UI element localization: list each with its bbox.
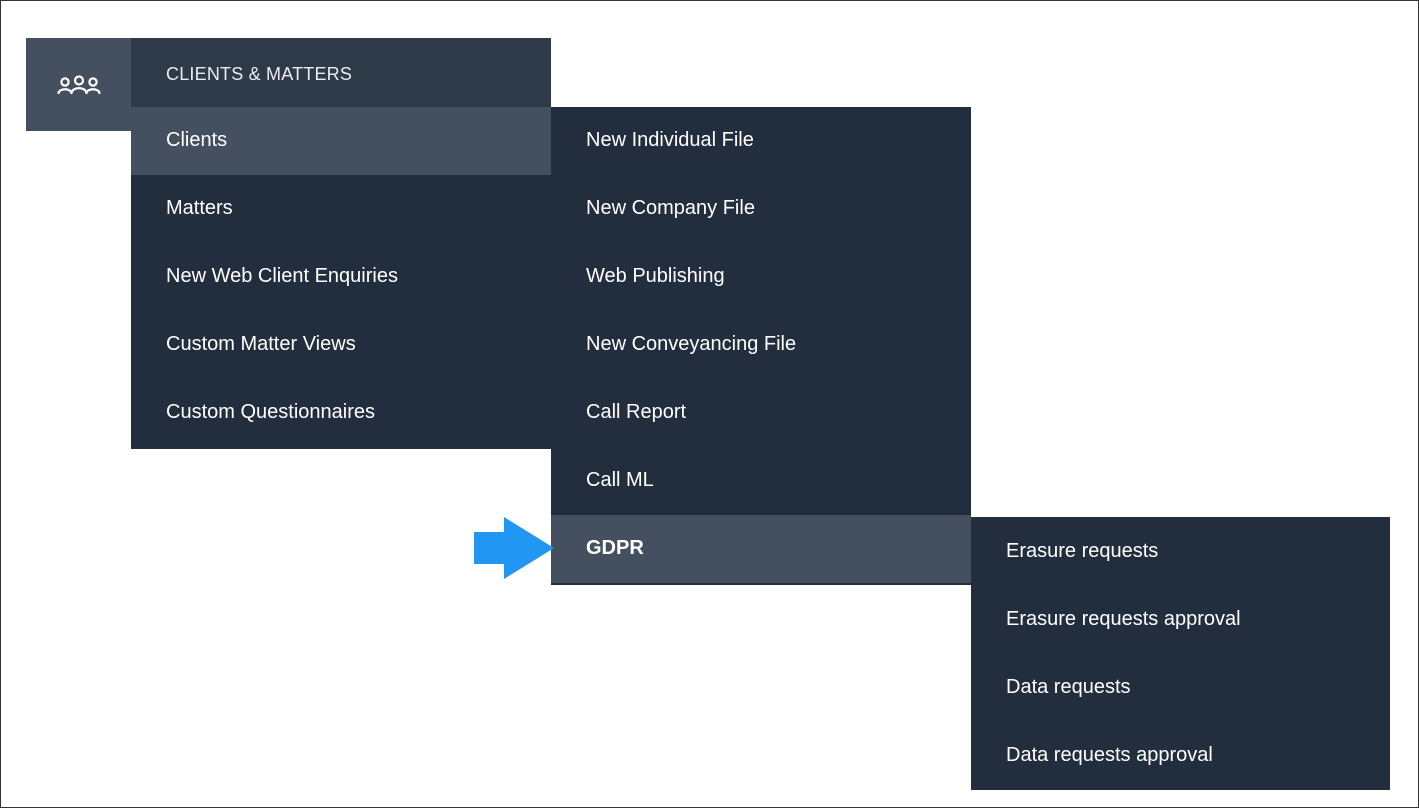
- menu-item-call-ml[interactable]: Call ML: [551, 447, 971, 515]
- menu-item-data-requests[interactable]: Data requests: [971, 653, 1390, 721]
- menu-header: CLIENTS & MATTERS: [131, 38, 551, 107]
- people-group-icon: [56, 74, 101, 94]
- menu-item-erasure-requests[interactable]: Erasure requests: [971, 517, 1390, 585]
- arrow-right-icon: [474, 517, 554, 579]
- clients-matters-menu: CLIENTS & MATTERS Clients Matters New We…: [131, 38, 551, 449]
- menu-item-erasure-requests-approval[interactable]: Erasure requests approval: [971, 585, 1390, 653]
- menu-item-call-report[interactable]: Call Report: [551, 379, 971, 447]
- menu-item-custom-questionnaires[interactable]: Custom Questionnaires: [131, 379, 551, 447]
- menu-item-clients[interactable]: Clients: [131, 107, 551, 175]
- menu-item-new-company-file[interactable]: New Company File: [551, 175, 971, 243]
- clients-submenu: New Individual File New Company File Web…: [551, 107, 971, 585]
- menu-item-new-web-client-enquiries[interactable]: New Web Client Enquiries: [131, 243, 551, 311]
- menu-item-custom-matter-views[interactable]: Custom Matter Views: [131, 311, 551, 379]
- menu-item-web-publishing[interactable]: Web Publishing: [551, 243, 971, 311]
- gdpr-submenu: Erasure requests Erasure requests approv…: [971, 517, 1390, 790]
- menu-item-gdpr[interactable]: GDPR: [551, 515, 971, 583]
- clients-matters-tab[interactable]: [26, 38, 131, 131]
- menu-item-new-individual-file[interactable]: New Individual File: [551, 107, 971, 175]
- menu-item-data-requests-approval[interactable]: Data requests approval: [971, 721, 1390, 789]
- menu-item-new-conveyancing-file[interactable]: New Conveyancing File: [551, 311, 971, 379]
- menu-item-matters[interactable]: Matters: [131, 175, 551, 243]
